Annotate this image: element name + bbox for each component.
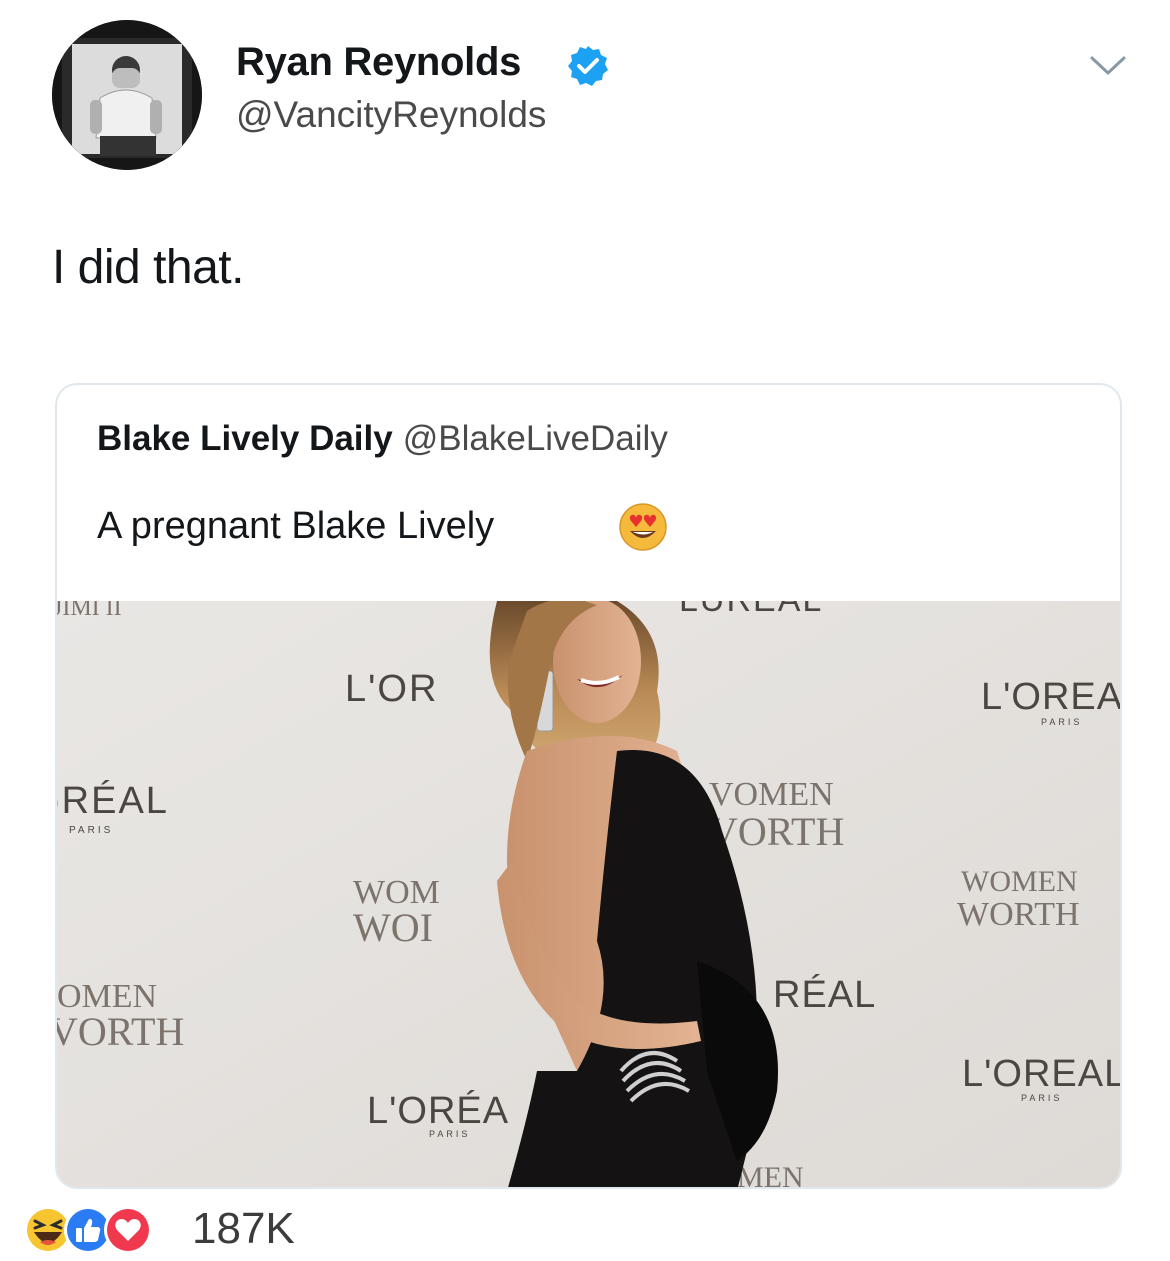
svg-text:JIMI II: JIMI II [57,601,122,621]
quoted-tweet-photo[interactable]: )RÉAL PARIS L'OR L'OREA PARIS L'ORÉA PAR… [57,601,1122,1189]
svg-text:MEN: MEN [737,1161,804,1189]
tweet-text: I did that. [52,241,244,294]
love-icon[interactable] [102,1204,154,1256]
quoted-tweet-text: A pregnant Blake Lively [97,505,495,547]
svg-text:L'OREA: L'OREA [981,676,1122,718]
quoted-author-handle[interactable]: @BlakeLiveDaily [403,419,668,458]
svg-text:VORTH: VORTH [709,809,844,854]
avatar[interactable] [52,20,202,170]
svg-text:L'OR: L'OR [345,668,438,710]
reaction-count[interactable]: 187K [192,1204,295,1254]
svg-text:PARIS: PARIS [1041,717,1082,727]
author-display-name[interactable]: Ryan Reynolds [236,40,521,85]
quoted-tweet-card[interactable]: Blake Lively Daily @BlakeLiveDaily A preg… [55,383,1122,1189]
svg-text:PARIS: PARIS [1021,1093,1062,1103]
author-handle[interactable]: @VancityReynolds [236,94,546,136]
quoted-author-name[interactable]: Blake Lively Daily [97,419,393,458]
chevron-down-icon[interactable] [1088,54,1128,78]
svg-text:VOMEN: VOMEN [709,776,834,813]
tweet-header: Ryan Reynolds @VancityReynolds [52,20,1132,170]
svg-text:LUREAL: LUREAL [679,601,823,619]
quoted-tweet-header: Blake Lively Daily @BlakeLiveDaily [97,419,668,459]
reactions-bar[interactable]: 187K [22,1200,422,1260]
svg-text:RÉAL: RÉAL [773,973,876,1016]
svg-text:)RÉAL: )RÉAL [57,779,169,822]
svg-text:PARIS: PARIS [429,1129,470,1139]
svg-text:WOI: WOI [353,905,433,950]
svg-text:L'ORÉA: L'ORÉA [367,1089,509,1132]
svg-text:WOMEN: WOMEN [961,865,1078,898]
photo-scene: )RÉAL PARIS L'OR L'OREA PARIS L'ORÉA PAR… [57,601,1122,1189]
verified-badge-icon [568,46,608,86]
svg-text:WORTH: WORTH [957,896,1080,933]
svg-text:L'OREAL: L'OREAL [962,1053,1122,1095]
svg-text:PARIS: PARIS [69,825,113,836]
avatar-photo [52,20,202,170]
svg-text:VORTH: VORTH [57,1009,184,1054]
heart-eyes-icon [619,503,667,551]
